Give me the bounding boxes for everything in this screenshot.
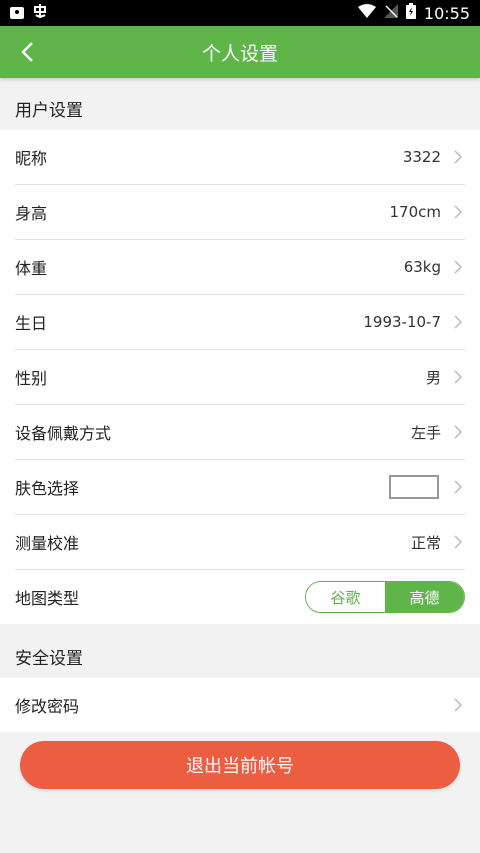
chevron-left-icon xyxy=(21,42,33,62)
status-right: 10:55 xyxy=(357,3,470,23)
gender-row[interactable]: 性别 男 xyxy=(15,350,465,405)
wear-mode-value: 左手 xyxy=(410,423,441,442)
gender-value: 男 xyxy=(425,368,441,387)
security-settings-list: 修改密码 xyxy=(0,678,480,732)
status-left xyxy=(10,3,48,23)
chevron-right-icon xyxy=(451,150,465,164)
status-bar: 10:55 xyxy=(0,0,480,26)
map-option-amap[interactable]: 高德 xyxy=(385,582,464,612)
height-label: 身高 xyxy=(15,204,48,223)
app-bar: 个人设置 xyxy=(0,26,480,78)
chevron-right-icon xyxy=(451,315,465,329)
wear-mode-label: 设备佩戴方式 xyxy=(15,424,112,443)
skin-color-swatch[interactable] xyxy=(389,475,439,499)
change-password-row[interactable]: 修改密码 xyxy=(15,678,465,732)
no-signal-icon xyxy=(383,4,398,22)
wifi-icon xyxy=(357,4,376,22)
nickname-value: 3322 xyxy=(402,148,441,166)
map-option-google[interactable]: 谷歌 xyxy=(306,582,385,612)
nickname-label: 昵称 xyxy=(15,149,48,168)
birthday-value: 1993-10-7 xyxy=(363,313,441,331)
calibration-row[interactable]: 测量校准 正常 xyxy=(15,515,465,570)
birthday-label: 生日 xyxy=(15,314,48,333)
chevron-right-icon xyxy=(451,698,465,712)
map-type-toggle[interactable]: 谷歌 高德 xyxy=(305,581,465,613)
birthday-row[interactable]: 生日 1993-10-7 xyxy=(15,295,465,350)
weight-label: 体重 xyxy=(15,259,48,278)
calibration-value: 正常 xyxy=(410,533,441,552)
clock: 10:55 xyxy=(423,3,470,23)
chevron-right-icon xyxy=(451,480,465,494)
skin-color-label: 肤色选择 xyxy=(15,479,80,498)
chevron-right-icon xyxy=(451,535,465,549)
height-row[interactable]: 身高 170cm xyxy=(15,185,465,240)
app-notification-icon xyxy=(32,3,48,23)
map-type-row: 地图类型 谷歌 高德 xyxy=(15,570,465,624)
user-settings-list: 昵称 3322 身高 170cm 体重 63kg 生日 1993-10-7 性别… xyxy=(0,130,480,624)
map-type-label: 地图类型 xyxy=(15,589,80,608)
calibration-label: 测量校准 xyxy=(15,534,80,553)
chevron-right-icon xyxy=(451,205,465,219)
page-title: 个人设置 xyxy=(201,42,278,65)
back-button[interactable] xyxy=(12,26,42,78)
chevron-right-icon xyxy=(451,260,465,274)
section-title-user: 用户设置 xyxy=(0,92,480,130)
height-value: 170cm xyxy=(389,203,442,221)
notification-icon xyxy=(10,7,24,19)
change-password-label: 修改密码 xyxy=(15,697,80,716)
chevron-right-icon xyxy=(451,425,465,439)
weight-value: 63kg xyxy=(403,258,441,276)
battery-icon xyxy=(405,3,416,23)
chevron-right-icon xyxy=(451,370,465,384)
gender-label: 性别 xyxy=(15,369,48,388)
logout-button[interactable]: 退出当前帐号 xyxy=(20,741,460,789)
wear-mode-row[interactable]: 设备佩戴方式 左手 xyxy=(15,405,465,460)
skin-color-row[interactable]: 肤色选择 xyxy=(15,460,465,515)
nickname-row[interactable]: 昵称 3322 xyxy=(15,130,465,185)
section-title-security: 安全设置 xyxy=(0,640,480,678)
weight-row[interactable]: 体重 63kg xyxy=(15,240,465,295)
